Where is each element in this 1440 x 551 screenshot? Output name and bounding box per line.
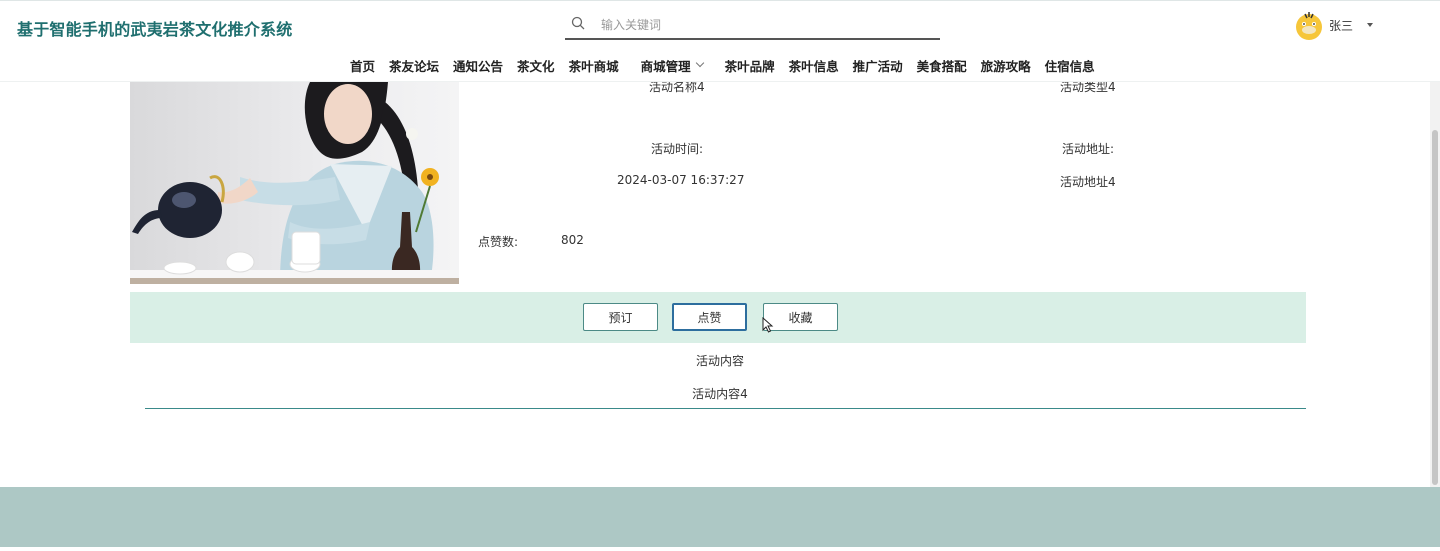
- nav-food-pairing[interactable]: 美食搭配: [910, 56, 974, 75]
- like-button[interactable]: 点赞: [672, 303, 747, 331]
- mouse-cursor-icon: [762, 317, 774, 333]
- main-nav: 首页 茶友论坛 通知公告 茶文化 茶叶商城 商城管理 茶叶品牌 茶叶信息 推广活…: [343, 56, 1102, 74]
- likes-label: 点赞数:: [478, 235, 519, 249]
- search-input[interactable]: [601, 15, 921, 35]
- nav-tea-brand[interactable]: 茶叶品牌: [718, 56, 782, 75]
- search-icon[interactable]: [571, 16, 585, 30]
- page-scrollbar[interactable]: [1430, 82, 1440, 487]
- nav-forum[interactable]: 茶友论坛: [382, 56, 446, 75]
- caret-down-icon[interactable]: [1367, 23, 1374, 27]
- nav-notice[interactable]: 通知公告: [446, 56, 510, 75]
- activity-address-label: 活动地址:: [1062, 142, 1115, 156]
- action-bar: 预订 点赞 收藏: [130, 292, 1306, 343]
- site-title[interactable]: 基于智能手机的武夷岩茶文化推介系统: [17, 16, 292, 40]
- user-menu[interactable]: 张三: [1293, 8, 1374, 42]
- search-box[interactable]: [565, 12, 940, 40]
- activity-time-value: 2024-03-07 16:37:27: [617, 173, 745, 187]
- avatar[interactable]: [1293, 9, 1325, 41]
- nav-mall-management[interactable]: 商城管理: [626, 56, 718, 75]
- activity-time-label: 活动时间:: [651, 142, 704, 156]
- scrollbar-thumb[interactable]: [1432, 130, 1438, 485]
- content-text: 活动内容4: [692, 387, 748, 401]
- chevron-down-icon: [695, 58, 704, 68]
- nav-tea-culture[interactable]: 茶文化: [510, 56, 562, 75]
- footer: [0, 487, 1440, 547]
- content-title: 活动内容: [695, 354, 744, 368]
- favorite-button[interactable]: 收藏: [763, 303, 838, 331]
- nav-travel-guide[interactable]: 旅游攻略: [974, 56, 1038, 75]
- nav-promotion[interactable]: 推广活动: [846, 56, 910, 75]
- nav-mall-management-label: 商城管理: [640, 58, 691, 74]
- nav-accommodation[interactable]: 住宿信息: [1038, 56, 1102, 75]
- nav-home[interactable]: 首页: [343, 56, 382, 75]
- user-name[interactable]: 张三: [1329, 17, 1353, 34]
- nav-tea-info[interactable]: 茶叶信息: [782, 56, 846, 75]
- likes-value: 802: [561, 233, 584, 247]
- top-header: 基于智能手机的武夷岩茶文化推介系统 张三 首页 茶友论坛 通知公告 茶文化 茶叶…: [0, 0, 1440, 82]
- nav-tea-mall[interactable]: 茶叶商城: [562, 56, 626, 75]
- activity-address-value: 活动地址4: [1060, 175, 1116, 189]
- content-divider: [145, 408, 1306, 409]
- activity-image: [130, 82, 459, 284]
- book-button[interactable]: 预订: [583, 303, 658, 331]
